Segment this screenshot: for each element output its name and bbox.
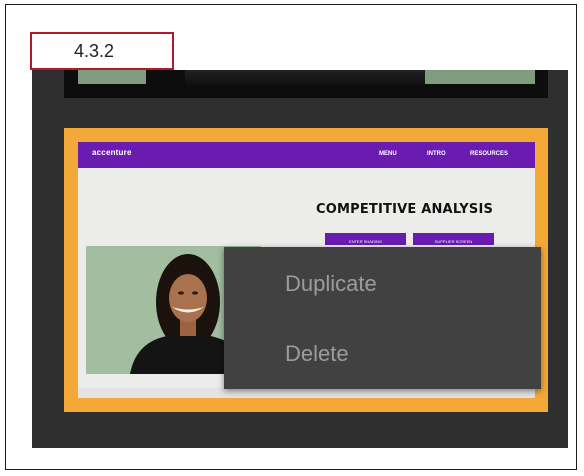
- step-number-label: 4.3.2: [30, 32, 174, 70]
- previous-slide-image-middle: [185, 70, 425, 84]
- slide-nav-bar: accenture MENU INTRO RESOURCES: [78, 142, 535, 168]
- step-number-text: 4.3.2: [74, 40, 115, 61]
- previous-slide-image-right: [425, 70, 535, 84]
- slide-title: COMPETITIVE ANALYSIS: [316, 202, 494, 217]
- accenture-logo: accenture: [92, 148, 132, 157]
- delete-menu-item[interactable]: Delete: [224, 329, 541, 385]
- duplicate-label: Duplicate: [285, 271, 377, 296]
- duplicate-menu-item[interactable]: Duplicate: [224, 257, 541, 313]
- slide-nav-menu: MENU: [379, 151, 397, 157]
- slide-footer-strip: [78, 388, 535, 398]
- slide-button-enter-shading: ENTER SHADING: [325, 233, 406, 245]
- context-menu: Duplicate Delete: [224, 247, 541, 389]
- slide-nav-intro: INTRO: [427, 151, 446, 157]
- delete-label: Delete: [285, 341, 349, 366]
- slide-button-supplier-screen: SUPPLIER SCREEN: [413, 233, 494, 245]
- slide-nav-resources: RESOURCES: [470, 151, 509, 157]
- previous-slide-image-left: [78, 70, 146, 84]
